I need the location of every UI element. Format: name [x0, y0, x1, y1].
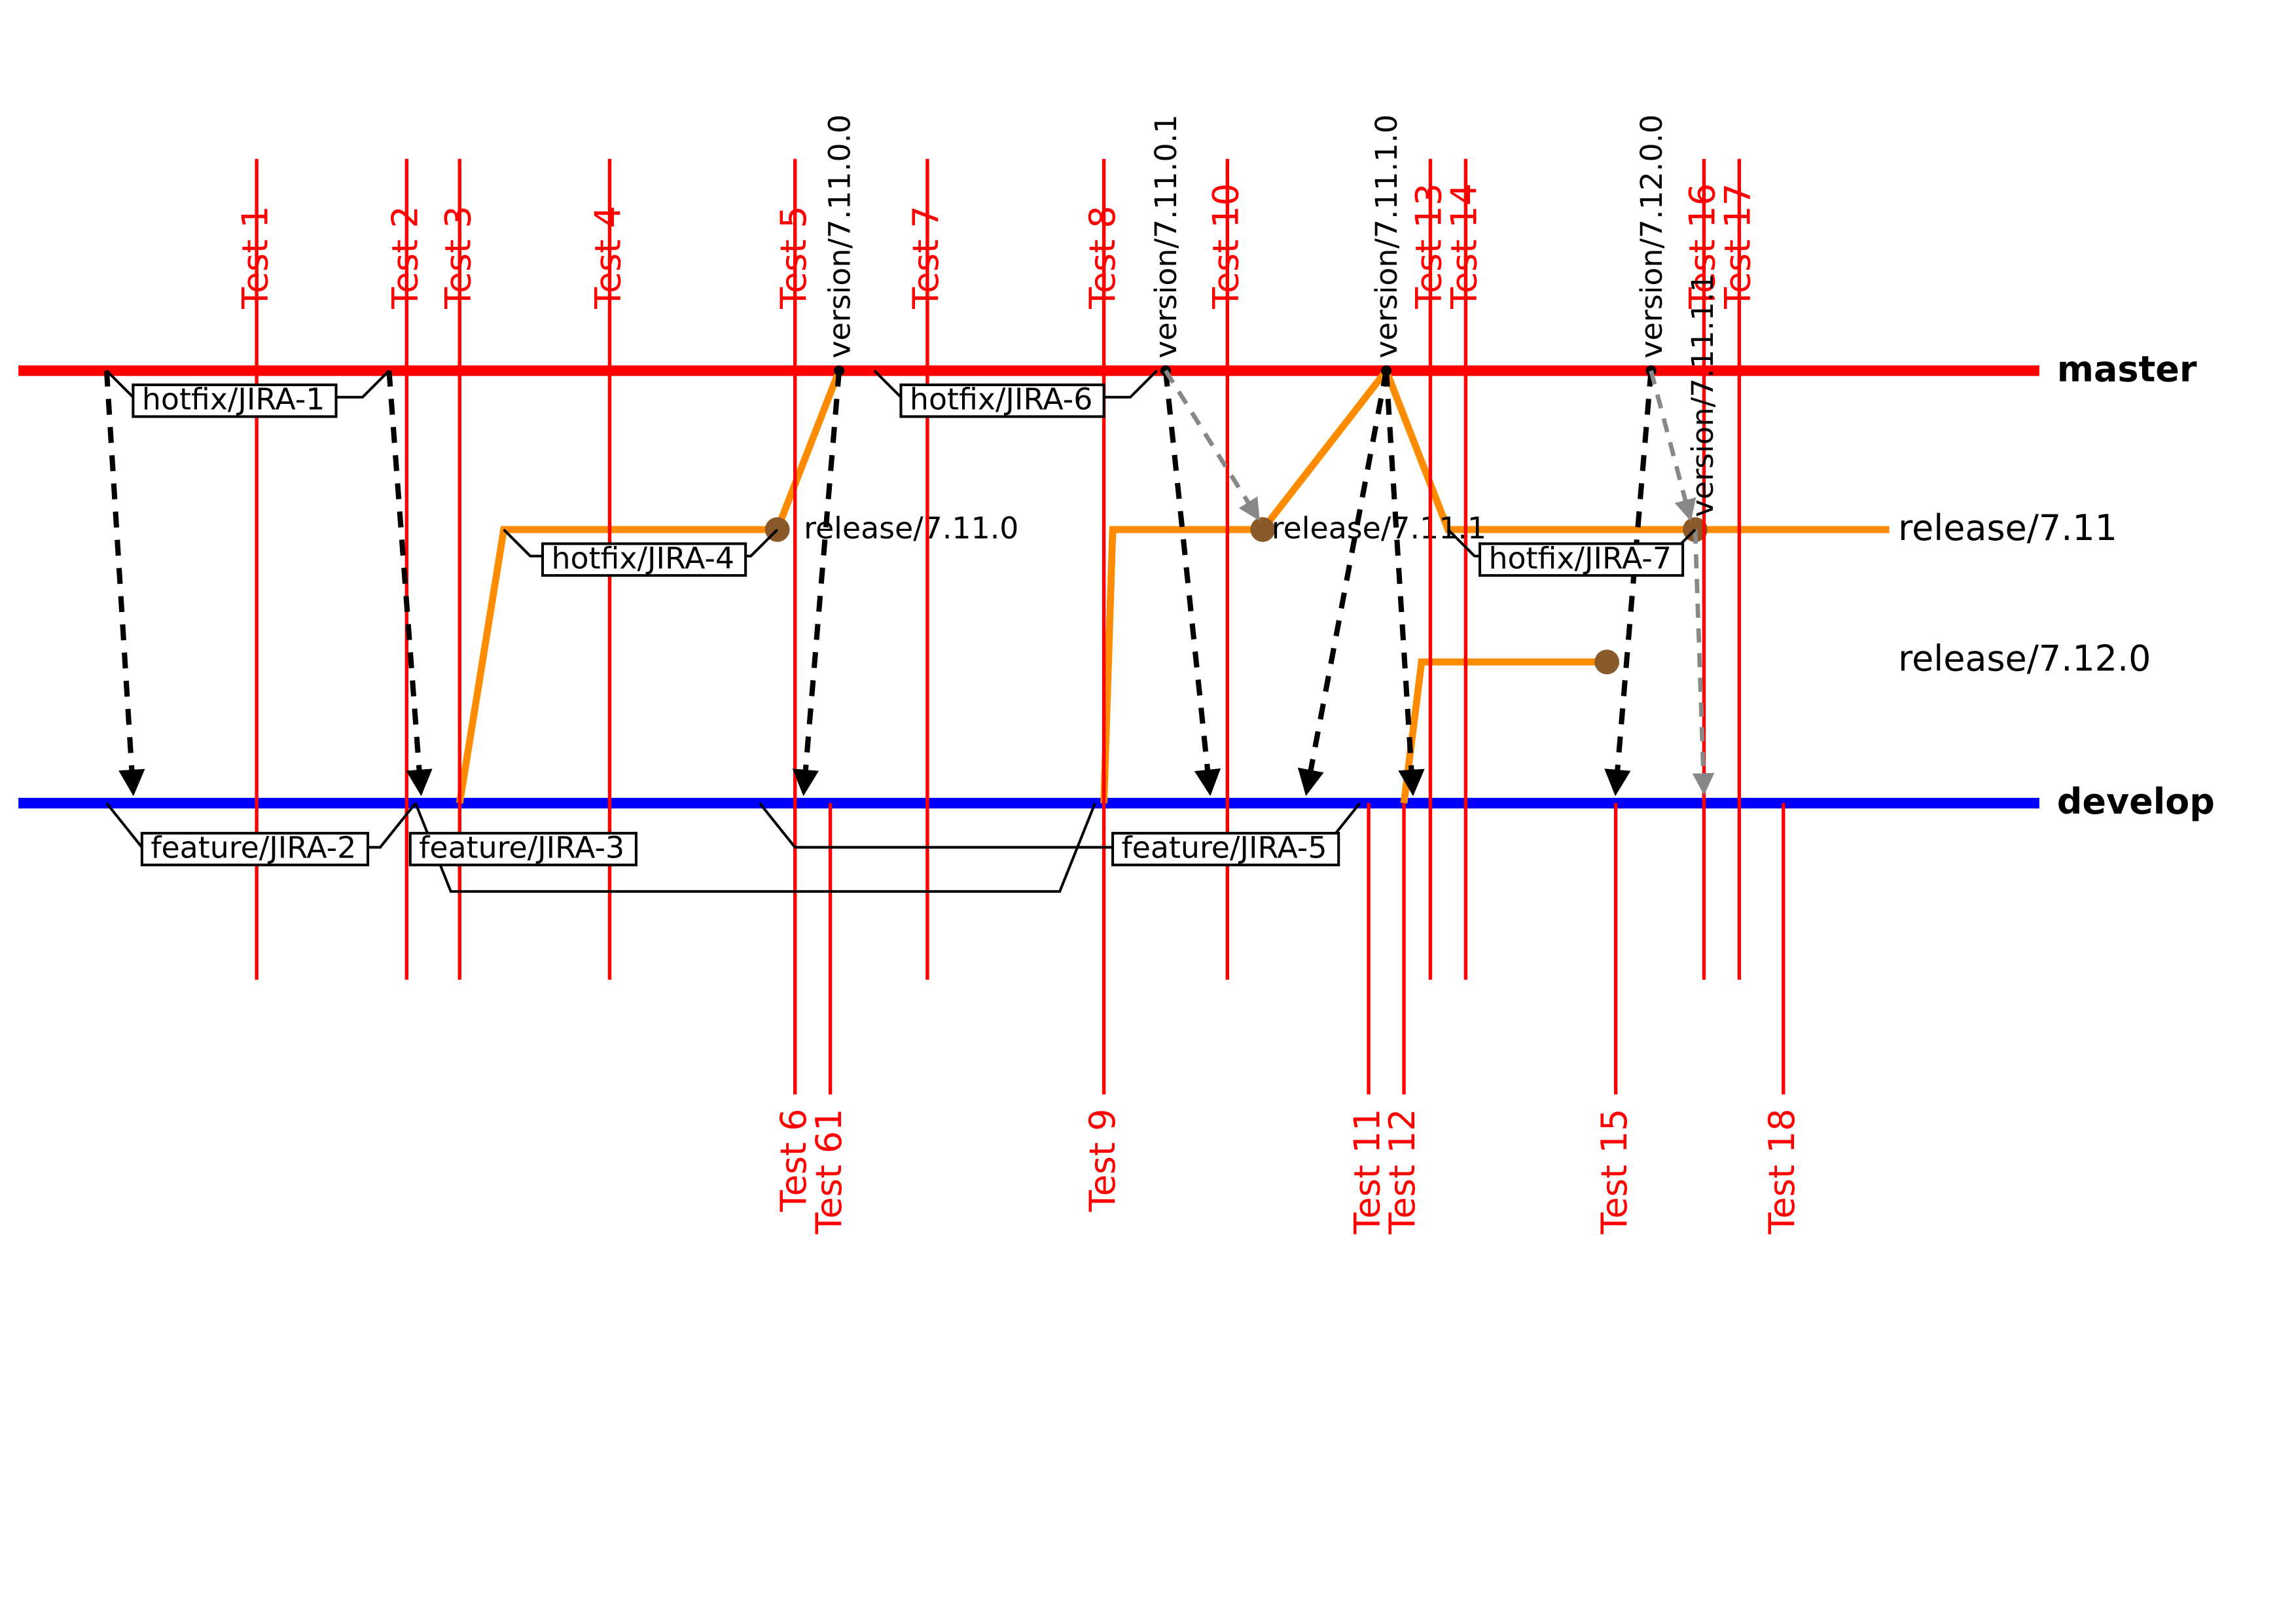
release-7.11.0-path [459, 370, 839, 803]
svg-text:hotfix/JIRA-6: hotfix/JIRA-6 [910, 382, 1093, 417]
label-release-7.11: release/7.11 [1898, 507, 2117, 549]
label-test-4: Test 4 [588, 206, 629, 310]
label-version-7.11.0.1: version/7.11.0.1 [1148, 115, 1183, 359]
label-test-1: Test 1 [234, 206, 276, 310]
svg-text:hotfix/JIRA-1: hotfix/JIRA-1 [142, 382, 325, 417]
release-7.12.0-path [1404, 662, 1607, 803]
merge-arrow-11a [1307, 370, 1386, 791]
label-test-12: Test 12 [1382, 1109, 1423, 1235]
label-test-15: Test 15 [1594, 1109, 1635, 1235]
label-test-18: Test 18 [1761, 1109, 1803, 1235]
label-develop: develop [2057, 781, 2215, 822]
hotfix-jira-1: hotfix/JIRA-1 [107, 370, 389, 416]
label-test-2: Test 2 [385, 206, 426, 310]
gitflow-diagram: master develop release/7.11 release/7.12… [0, 0, 2296, 1624]
svg-text:feature/JIRA-5: feature/JIRA-5 [1122, 830, 1327, 865]
merge-arrow-15 [1616, 370, 1651, 791]
label-test-17: Test 17 [1717, 183, 1759, 310]
label-version-7.12.0.0: version/7.12.0.0 [1634, 115, 1669, 359]
svg-text:feature/JIRA-3: feature/JIRA-3 [419, 830, 624, 865]
label-version-7.11.1.0: version/7.11.1.0 [1369, 115, 1404, 359]
label-release-7.11.1: release/7.11.1 [1272, 511, 1486, 546]
test-labels-top: Test 1 Test 2 Test 3 Test 4 Test 5 Test … [234, 183, 1758, 310]
hotfix-jira-6: hotfix/JIRA-6 [874, 370, 1157, 416]
svg-text:hotfix/JIRA-4: hotfix/JIRA-4 [552, 540, 735, 575]
label-test-5: Test 5 [773, 206, 814, 310]
label-master: master [2057, 348, 2197, 389]
label-test-61: Test 61 [808, 1109, 850, 1235]
feature-jira-2: feature/JIRA-2 [107, 803, 416, 865]
label-test-8: Test 8 [1082, 206, 1123, 310]
version-tags: version/7.11.0.0 version/7.11.0.1 versio… [821, 115, 1720, 517]
merge-arrow-1 [107, 370, 133, 791]
svg-text:hotfix/JIRA-7: hotfix/JIRA-7 [1488, 540, 1672, 575]
merge-arrow-5 [804, 370, 839, 791]
label-test-7: Test 7 [905, 206, 946, 310]
label-test-9: Test 9 [1082, 1109, 1123, 1213]
label-version-7.11.1.1: version/7.11.1.1 [1685, 273, 1720, 517]
label-test-3: Test 3 [437, 206, 478, 310]
merge-dot-7.12.0 [1594, 649, 1619, 674]
feature-jira-5: feature/JIRA-5 [760, 803, 1360, 865]
label-version-7.11.0.0: version/7.11.0.0 [821, 115, 857, 359]
merge-arrow-8 [1166, 370, 1210, 791]
svg-text:feature/JIRA-2: feature/JIRA-2 [151, 830, 356, 865]
label-test-10: Test 10 [1206, 183, 1247, 310]
test-labels-bottom: Test 6 Test 61 Test 9 Test 11 Test 12 Te… [773, 1109, 1803, 1235]
hotfix-jira-4: hotfix/JIRA-4 [504, 530, 778, 575]
label-release-7.12.0: release/7.12.0 [1898, 638, 2151, 679]
label-test-14: Test 14 [1444, 183, 1485, 310]
release-7.11-tail [1386, 370, 1890, 530]
label-release-7.11.0: release/7.11.0 [804, 511, 1018, 546]
release-7.11.1-path [1104, 370, 1386, 803]
